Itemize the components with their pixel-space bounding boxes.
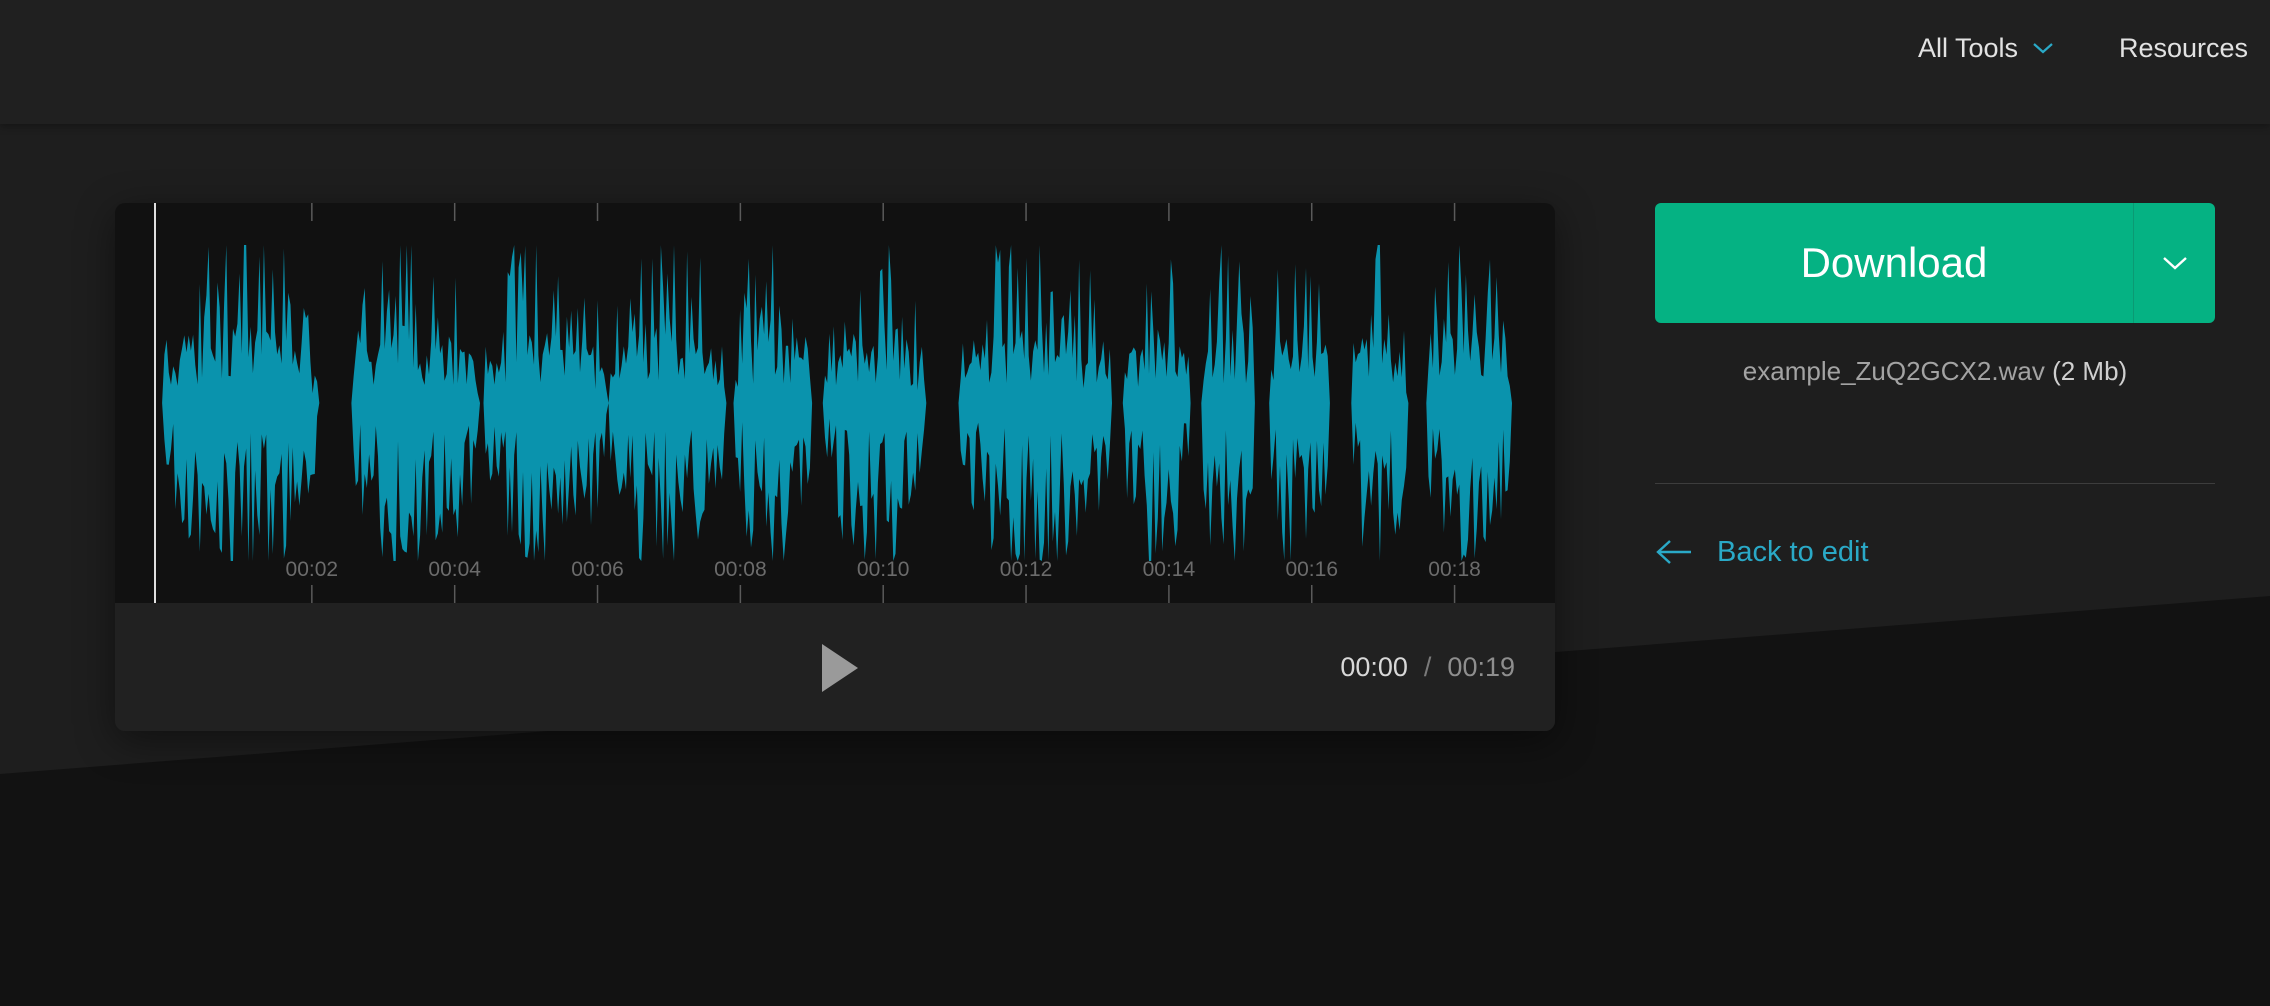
- current-time: 00:00: [1340, 651, 1408, 682]
- tick-label: 00:04: [428, 558, 481, 581]
- tick-label: 00:18: [1428, 558, 1481, 581]
- tick-label: 00:16: [1285, 558, 1338, 581]
- tick-label: 00:10: [857, 558, 910, 581]
- time-display: 00:00 / 00:19: [1340, 647, 1515, 687]
- waveform-segment: [1122, 259, 1191, 561]
- resources-label: Resources: [2119, 32, 2249, 63]
- player-controls: 00:00 / 00:19: [115, 603, 1555, 731]
- all-tools-label: All Tools: [1918, 32, 2019, 63]
- resources-link[interactable]: Resources: [2119, 30, 2248, 66]
- waveform: 00:02 00:04 00:06 00:08 00:10 00:12 00:14 00:16…: [154, 203, 1512, 603]
- play-button[interactable]: [810, 638, 870, 698]
- download-button[interactable]: Download: [1655, 203, 2133, 323]
- top-nav-bar: All Tools Resources: [0, 0, 2270, 124]
- time-separator: /: [1423, 651, 1432, 682]
- audio-player: 00:02 00:04 00:06 00:08 00:10 00:12 00:14 00:16…: [115, 203, 1555, 731]
- file-name: example_ZuQ2GCX2.wav: [1742, 356, 2045, 386]
- tick-label: 00:12: [1000, 558, 1053, 581]
- waveform-segment: [1201, 245, 1255, 561]
- waveform-segment: [483, 245, 609, 561]
- waveform-segment: [351, 245, 480, 561]
- back-to-edit-label: Back to edit: [1717, 535, 1869, 568]
- tick-label: 00:14: [1143, 558, 1196, 581]
- download-options-toggle[interactable]: [2133, 203, 2215, 323]
- waveform-segment: [958, 245, 1112, 561]
- waveform-area[interactable]: 00:02 00:04 00:06 00:08 00:10 00:12 00:14 00:16…: [115, 203, 1555, 603]
- back-to-edit-link[interactable]: Back to edit: [1655, 534, 1869, 570]
- all-tools-menu[interactable]: All Tools: [1918, 30, 2054, 66]
- divider: [1655, 483, 2215, 484]
- tick-label: 00:06: [571, 558, 624, 581]
- play-icon: [822, 644, 858, 692]
- total-time: 00:19: [1447, 651, 1515, 682]
- file-info: example_ZuQ2GCX2.wav (2 Mb): [1655, 356, 2215, 387]
- download-button-group: Download: [1655, 203, 2215, 323]
- file-size: (2 Mb): [2052, 356, 2128, 386]
- tick-label: 00:02: [286, 558, 339, 581]
- tick-label: 00:08: [714, 558, 767, 581]
- waveform-segment: [1426, 245, 1512, 561]
- waveform-segment: [1351, 245, 1409, 561]
- waveform-segment: [608, 245, 727, 561]
- waveform-segment: [162, 245, 320, 561]
- waveform-segment: [822, 245, 927, 561]
- waveform-segment: [1269, 264, 1330, 561]
- waveform-segment: [733, 245, 813, 561]
- chevron-down-icon: [2162, 257, 2187, 270]
- arrow-left-icon: [1656, 540, 1691, 564]
- chevron-down-icon: [2033, 43, 2053, 54]
